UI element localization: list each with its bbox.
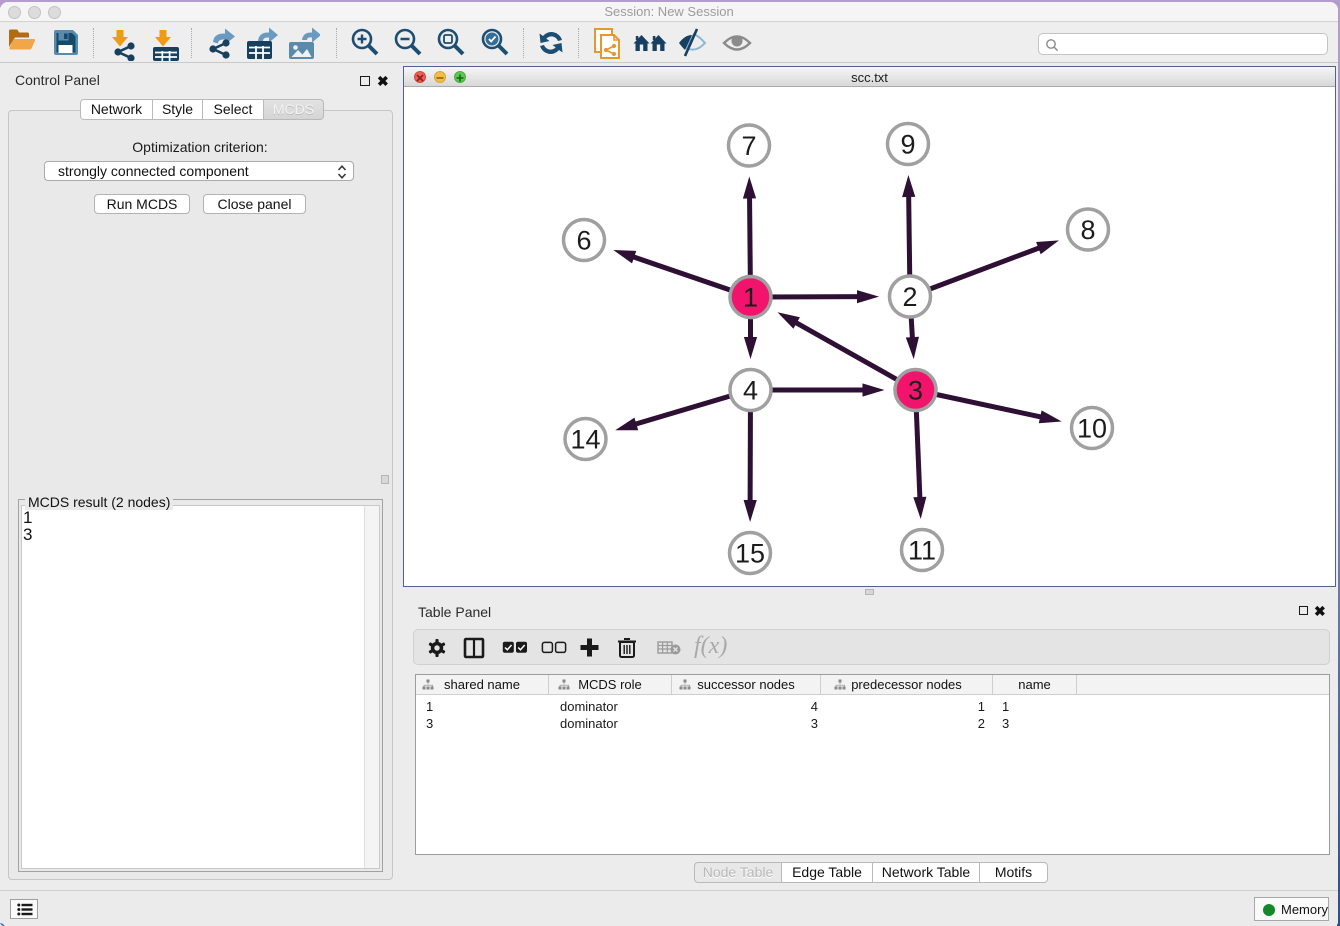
- svg-text:10: 10: [1077, 414, 1107, 444]
- svg-text:15: 15: [735, 539, 765, 569]
- svg-text:14: 14: [570, 425, 600, 455]
- svg-text:3: 3: [908, 376, 923, 406]
- svg-text:7: 7: [741, 131, 756, 161]
- svg-text:2: 2: [902, 282, 917, 312]
- svg-text:11: 11: [908, 536, 936, 566]
- svg-text:8: 8: [1080, 215, 1095, 245]
- svg-text:4: 4: [743, 376, 758, 406]
- svg-text:6: 6: [576, 226, 591, 256]
- svg-text:1: 1: [743, 283, 758, 313]
- svg-text:9: 9: [900, 130, 915, 160]
